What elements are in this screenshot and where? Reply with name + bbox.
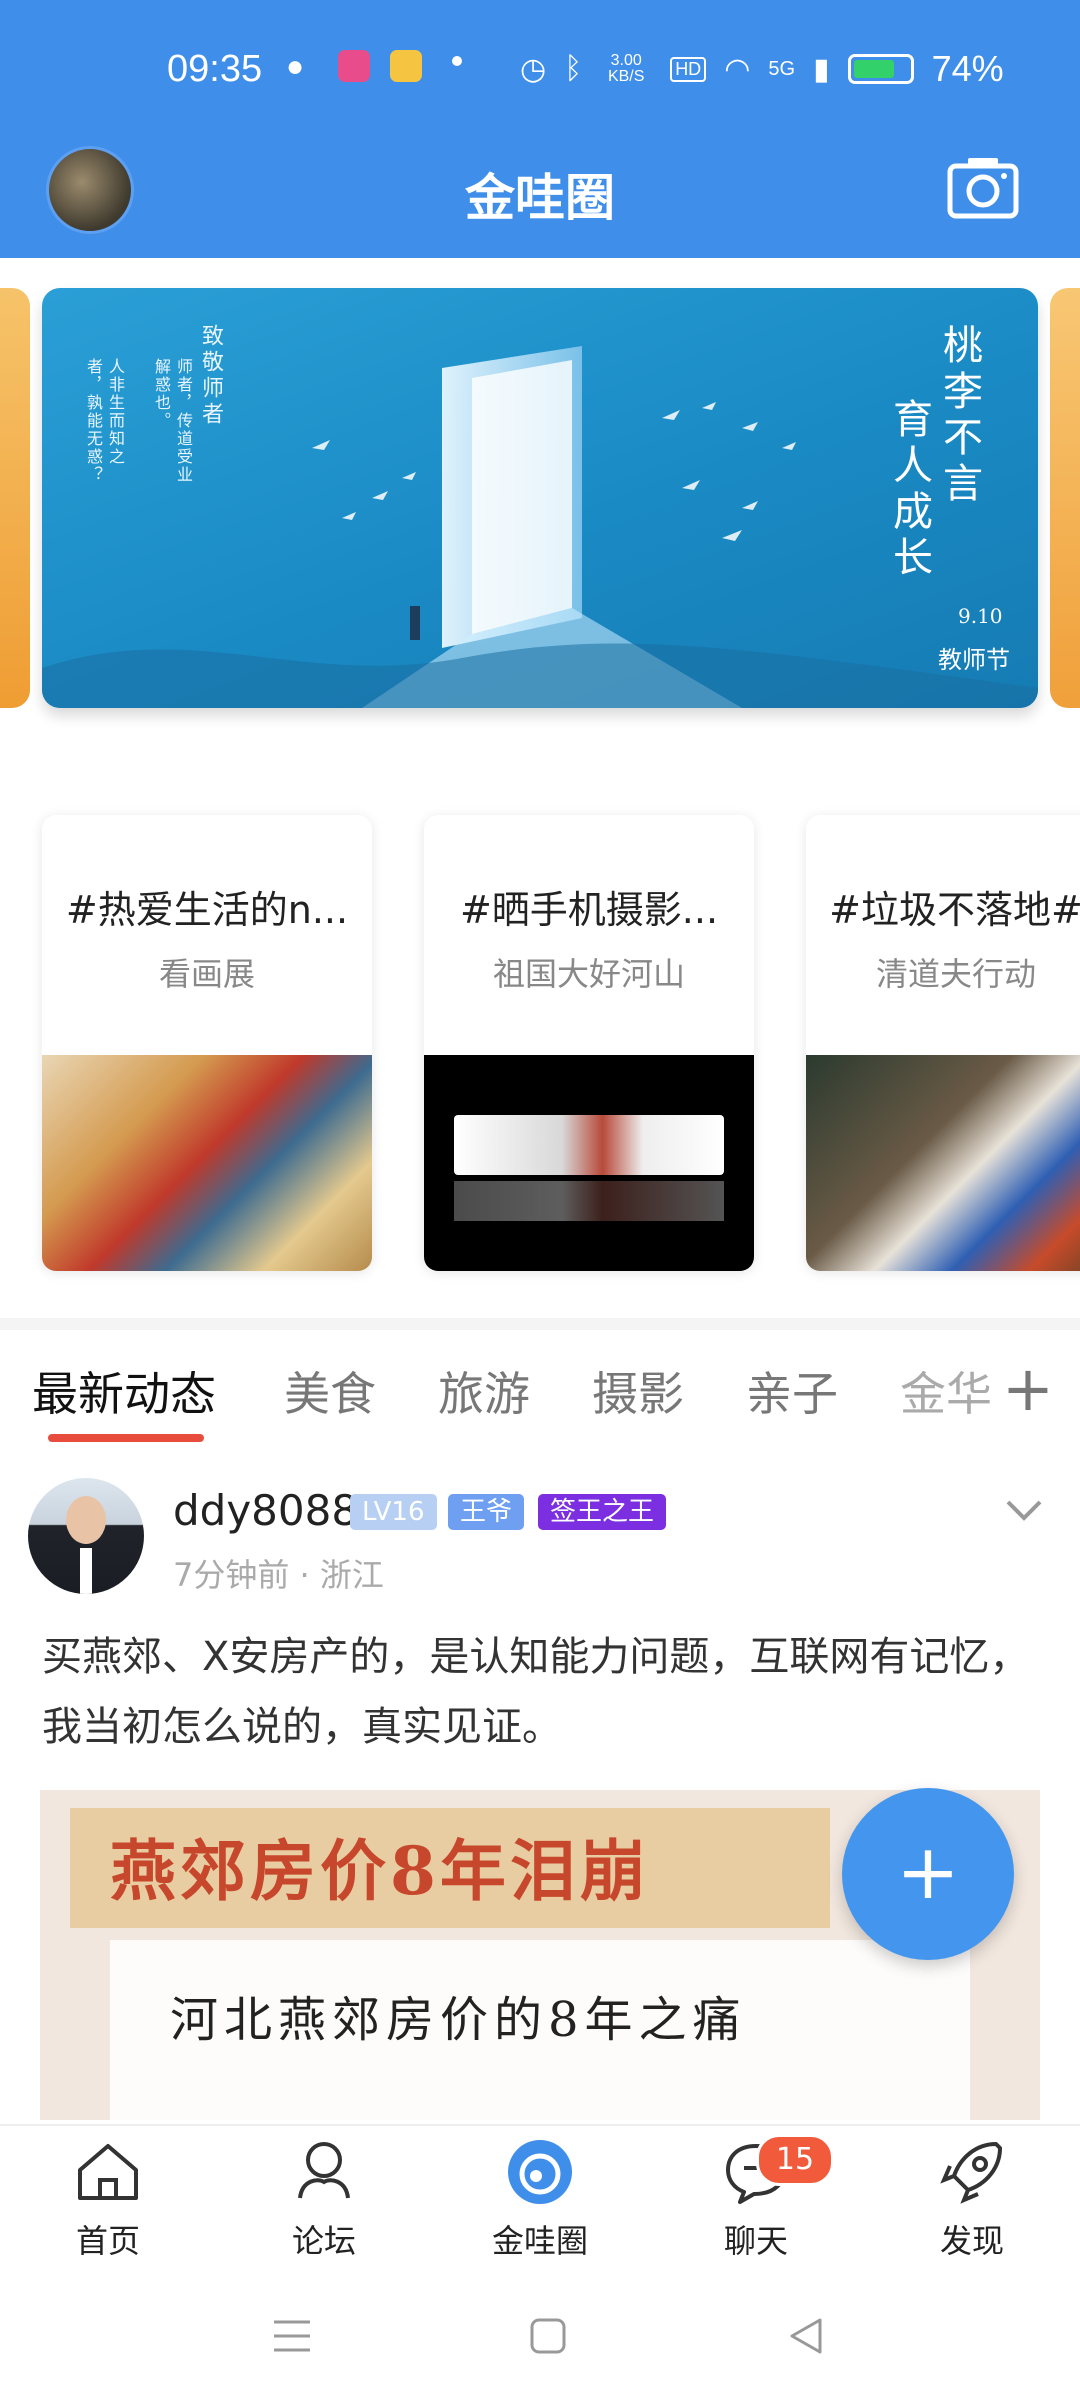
nav-forum-label: 论坛 [291,2222,356,2260]
nav-chat-label: 聊天 [723,2222,788,2260]
topic-title: #垃圾不落地# [829,888,1080,932]
add-tab-button[interactable]: + [1002,1352,1054,1425]
battery-fill [853,60,894,78]
battery-icon [847,54,914,84]
camera-icon[interactable] [946,152,1020,222]
section-divider [0,1318,1080,1330]
tab-underline [48,1434,204,1442]
forum-icon [298,2142,350,2199]
tab-latest[interactable]: 最新动态 [32,1358,216,1424]
level-badge: LV16 [350,1494,437,1530]
weibo-icon [390,50,422,82]
network-type: 5G [768,57,796,80]
banner-left-heading: 致敬师者 [198,324,223,428]
nav-circle-label: 金哇圈 [491,2222,588,2260]
post-username[interactable]: ddy8088 [173,1486,358,1535]
topic-subtitle: 祖国大好河山 [492,955,685,993]
post-image-subline: 河北燕郊房价的8年之痛 [170,1992,747,2048]
post-text: 买燕郊、X安房产的，是认知能力问题，互联网有记忆，我当初怎么说的，真实见证。 [42,1634,1030,1750]
topic-card[interactable]: #晒手机摄影... 祖国大好河山 [424,815,754,1271]
topic-subtitle: 清道夫行动 [875,955,1036,993]
tab-travel[interactable]: 旅游 [438,1358,530,1424]
app-notification-icon [338,50,370,82]
battery-percent: 74% [931,48,1004,89]
more-notifications-dot [452,56,462,66]
page-title: 金哇圈 [465,169,615,227]
post-author-avatar[interactable] [28,1478,144,1594]
title-badge: 王爷 [448,1494,525,1530]
banner-title-2: 育人成长 [886,398,932,582]
topic-card[interactable]: #垃圾不落地# 清道夫行动 [806,815,1080,1271]
topic-subtitle: 看画展 [158,955,255,993]
wifi-icon: ◠ [724,52,751,86]
tab-jinhua[interactable]: 金华 [900,1358,992,1424]
banner-left-quote-2: 人非生而知之者，孰能无惑？ [84,358,125,484]
wechat-icon: ● [286,50,305,83]
tab-food[interactable]: 美食 [284,1358,376,1424]
banner-left-quote-1: 师者，传道受业解惑也。 [152,358,193,484]
banner-prev-peek[interactable] [0,288,30,708]
hd-icon: HD [670,56,707,82]
nav-home[interactable]: 首页 [38,2136,178,2262]
net-speed: 3.00 KB/S [607,52,645,85]
signal-icon: ▮ [813,52,830,86]
nav-discover[interactable]: 发现 [902,2136,1042,2262]
topic-image [42,1055,372,1271]
banner-date: 9.10 [958,604,1003,628]
banner-title-1: 桃李不言 [936,324,982,508]
post-meta: 7分钟前 · 浙江 [173,1556,384,1594]
menu-icon[interactable] [272,2316,312,2356]
rocket-icon [940,2142,1002,2204]
banner-next-peek[interactable] [1050,288,1080,708]
chat-unread-badge: 15 [756,2134,834,2186]
chevron-down-icon[interactable] [1004,1496,1044,1524]
topic-title: #晒手机摄影... [459,888,719,932]
topic-card[interactable]: #热爱生活的n... 看画展 [42,815,372,1271]
alarm-icon: ◷ [520,52,547,86]
bluetooth-icon: ᛒ [564,52,583,85]
nav-circle[interactable]: 金哇圈 [470,2136,610,2262]
back-icon[interactable] [786,2316,826,2356]
banner-slide[interactable]: 致敬师者 师者，传道受业解惑也。 人非生而知之者，孰能无惑？ 桃李不言 育人成长… [42,288,1038,708]
post-image-headline: 燕郊房价8年泪崩 [110,1832,650,1910]
topic-image [424,1055,754,1271]
nav-forum[interactable]: 论坛 [254,2136,394,2262]
system-nav-bar [0,2274,1080,2400]
status-right: ◷ ᛒ 3.00 KB/S HD ◠ 5G ▮ 74% [520,48,1004,90]
circle-icon [508,2140,572,2204]
nav-home-label: 首页 [75,2222,140,2260]
new-post-button[interactable]: + [842,1788,1014,1960]
topic-image [806,1055,1080,1271]
tab-photography[interactable]: 摄影 [592,1358,684,1424]
home-icon [78,2144,138,2200]
home-button-icon[interactable] [528,2316,568,2356]
topic-title: #热爱生活的n... [65,888,349,932]
rank-badge: 签王之王 [538,1494,667,1530]
tab-parenting[interactable]: 亲子 [746,1358,838,1424]
nav-discover-label: 发现 [939,2222,1004,2260]
banner-event: 教师节 [938,646,1010,674]
status-time: 09:35 [167,48,263,90]
status-bar: 09:35 ● ◷ ᛒ 3.00 KB/S HD ◠ 5G ▮ 74% [0,0,1080,140]
